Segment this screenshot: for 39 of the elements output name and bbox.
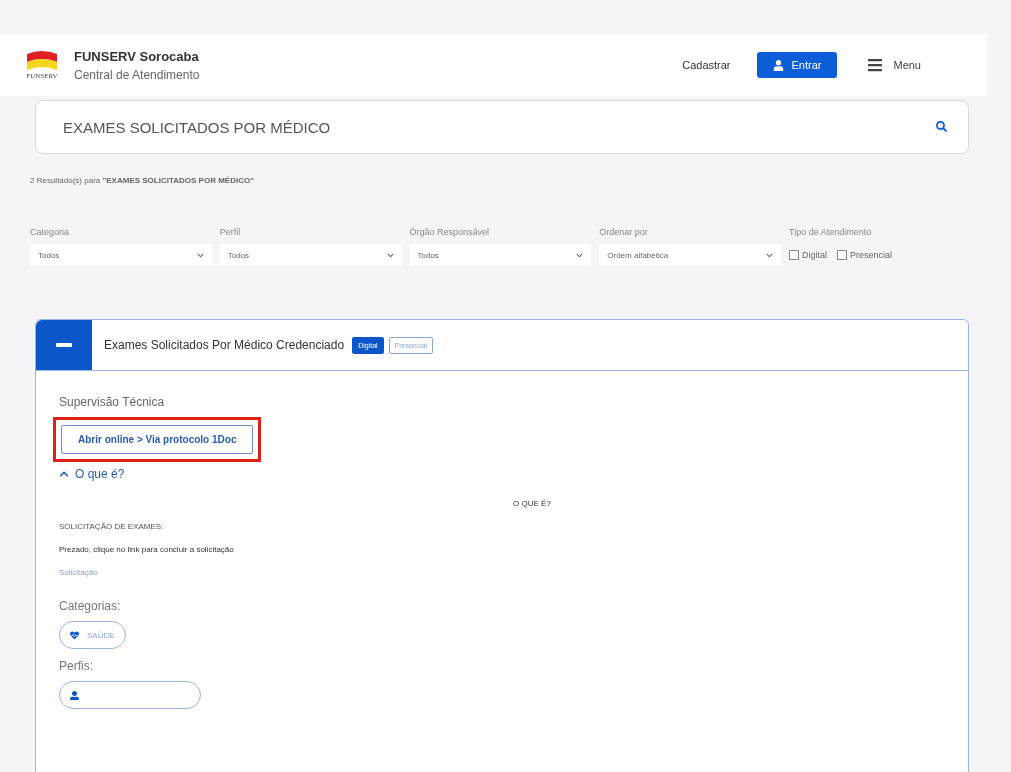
filter-label: Perfil bbox=[219, 227, 242, 237]
search-icon[interactable] bbox=[936, 121, 947, 132]
menu-button[interactable]: Menu bbox=[861, 56, 927, 74]
filter-select[interactable]: Todos bbox=[219, 244, 402, 266]
user-icon bbox=[772, 59, 784, 71]
filter-select[interactable]: Ordem alfabética bbox=[599, 244, 782, 266]
description-text: Prezado, clique no link para concluir a solicitação bbox=[59, 545, 234, 554]
collapse-button[interactable] bbox=[36, 320, 92, 370]
description-heading: SOLICITAÇÃO DE EXAMES: bbox=[59, 522, 164, 531]
user-icon bbox=[70, 690, 79, 700]
service-title: Exames Solicitados Por Médico Credenciado bbox=[104, 338, 345, 352]
filter-label: Órgão Responsável bbox=[409, 227, 491, 237]
profiles-label: Perfis: bbox=[59, 659, 93, 673]
flag-logo-icon bbox=[27, 50, 57, 72]
chevron-down-icon bbox=[386, 251, 394, 259]
chevron-down-icon bbox=[576, 251, 584, 259]
filter-label: Ordenar por bbox=[599, 227, 649, 237]
filter-label: Categoria bbox=[30, 227, 71, 237]
section-title: O QUE É? bbox=[513, 499, 551, 508]
results-summary: 2 Resultado(s) para "EXAMES SOLICITADOS POR MÉDICO" bbox=[30, 176, 255, 185]
checkbox[interactable]: Presencial bbox=[837, 250, 893, 260]
info-toggle[interactable]: O que é? bbox=[59, 467, 125, 481]
menu-icon bbox=[867, 57, 884, 73]
categories-label: Categorias: bbox=[59, 599, 121, 613]
checkbox[interactable]: Digital bbox=[789, 250, 828, 260]
heartbeat-icon bbox=[70, 630, 79, 640]
open-online-button[interactable]: Abrir online > Via protocolo 1Doc bbox=[61, 425, 254, 454]
register-link[interactable]: Cadastrar bbox=[682, 59, 731, 71]
chevron-down-icon bbox=[766, 251, 774, 259]
department-name: Supervisão Técnica bbox=[59, 395, 165, 409]
chevron-down-icon bbox=[196, 251, 204, 259]
search-field[interactable]: EXAMES SOLICITADOS POR MÉDICO bbox=[35, 100, 969, 154]
filter-select[interactable]: Todos bbox=[409, 244, 592, 266]
login-button[interactable]: Entrar bbox=[756, 52, 838, 78]
brand-subtitle: Central de Atendimento bbox=[74, 67, 201, 82]
brand-name: FUNSERV Sorocaba bbox=[74, 48, 200, 64]
chevron-up-icon bbox=[59, 469, 69, 479]
filter-label: Tipo de Atendimento bbox=[789, 227, 873, 237]
filter-select[interactable]: Todos bbox=[30, 244, 212, 266]
